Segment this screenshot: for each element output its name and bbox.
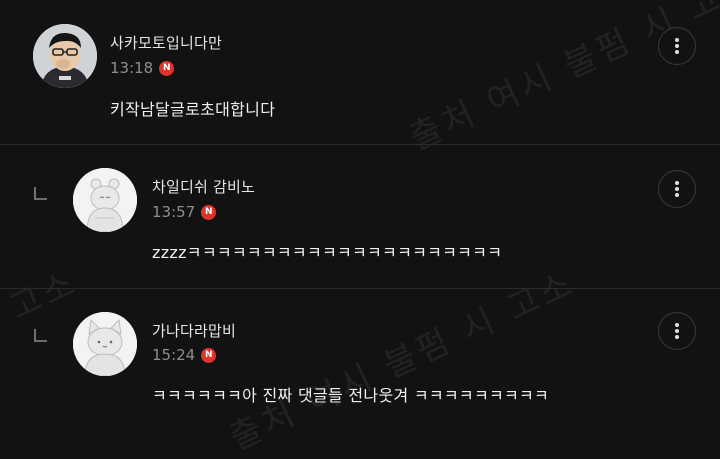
more-options-button[interactable] [658,27,696,65]
more-options-button[interactable] [658,170,696,208]
divider [0,288,720,289]
default-avatar-icon [73,168,137,232]
avatar[interactable] [73,312,137,376]
comment-meta: 13:57 N [152,202,217,222]
reply-indicator-icon [33,328,49,344]
nickname[interactable]: 가나다라맙비 [152,320,236,341]
more-vertical-icon [675,38,679,54]
watermark-text: 출처 여시 불펌 시 고소 [403,0,720,159]
avatar[interactable] [73,168,137,232]
divider [0,144,720,145]
default-avatar-icon [73,312,137,376]
comment-meta: 13:18 N [110,58,175,78]
more-options-button[interactable] [658,312,696,350]
comment-meta: 15:24 N [152,345,217,365]
timestamp: 13:18 [110,59,154,77]
new-badge: N [201,204,217,220]
more-vertical-icon [675,181,679,197]
comment-text: 키작남달글로초대합니다 [110,100,276,119]
reply-indicator-icon [33,186,49,202]
timestamp: 13:57 [152,203,196,221]
nickname[interactable]: 차일디쉬 감비노 [152,176,255,197]
profile-photo-icon [33,24,97,88]
comment-text: zzzzㅋㅋㅋㅋㅋㅋㅋㅋㅋㅋㅋㅋㅋㅋㅋㅋㅋㅋㅋㅋㅋ [152,243,503,262]
timestamp: 15:24 [152,346,196,364]
watermark-text: 출처 여시 불펌 시 고소 [223,263,582,459]
avatar[interactable] [33,24,97,88]
nickname[interactable]: 사카모토입니다만 [110,32,222,53]
comment-text: ㅋㅋㅋㅋㅋㅋ아 진짜 댓글들 전나웃겨 ㅋㅋㅋㅋㅋㅋㅋㅋㅋ [152,386,550,405]
new-badge: N [201,347,217,363]
more-vertical-icon [675,323,679,339]
watermark-text: 고소 [3,262,85,329]
new-badge: N [159,60,175,76]
